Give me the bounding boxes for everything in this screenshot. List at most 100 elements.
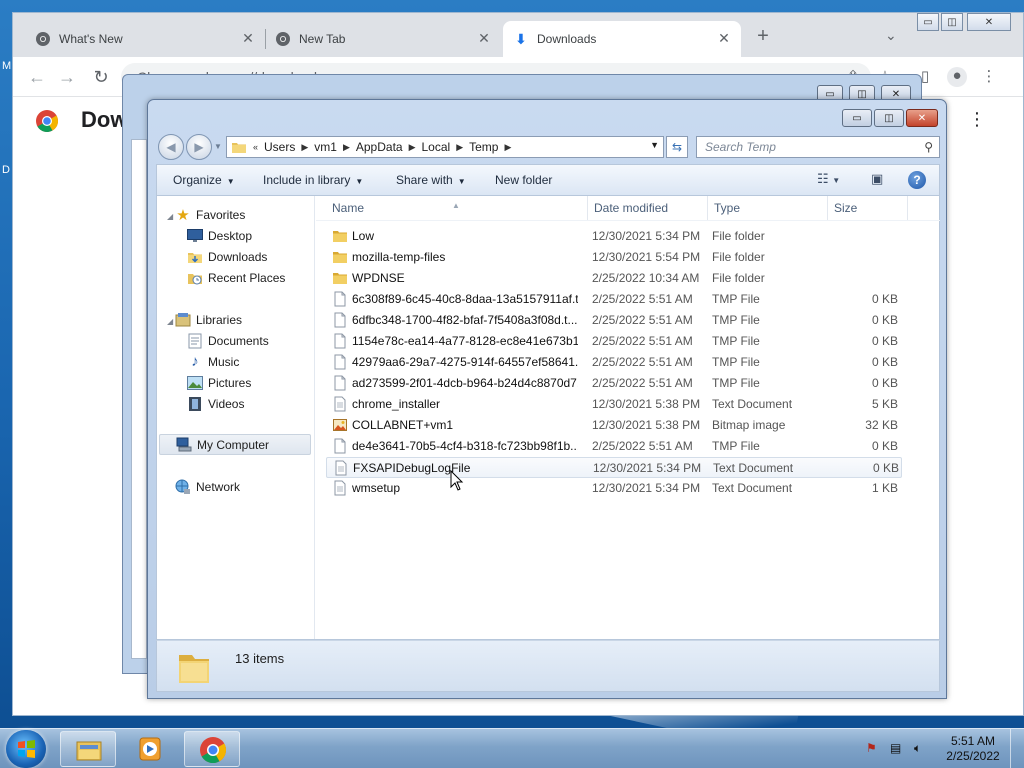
forward-arrow-icon[interactable]: → — [55, 65, 79, 89]
tab-downloads[interactable]: ⬇ Downloads ✕ — [503, 21, 741, 57]
share-with-button[interactable]: Share with ▼ — [396, 173, 466, 187]
forward-button[interactable]: ▶ — [186, 134, 212, 160]
file-date: 12/30/2021 5:38 PM — [592, 397, 701, 411]
column-header-type[interactable]: Type — [708, 196, 828, 220]
breadcrumb-separator-icon[interactable]: ▶ — [504, 142, 511, 153]
nav-downloads[interactable]: Downloads — [187, 246, 267, 267]
profile-avatar-icon[interactable]: ● — [947, 67, 967, 87]
chrome-close-button[interactable]: ✕ — [967, 13, 1011, 31]
breadcrumb-local[interactable]: Local — [422, 140, 451, 154]
back-button[interactable]: ◀ — [158, 134, 184, 160]
breadcrumb-users[interactable]: Users — [264, 140, 295, 154]
download-icon: ⬇ — [515, 30, 527, 47]
column-header-size[interactable]: Size — [828, 196, 908, 220]
file-row[interactable]: 1154e78c-ea14-4a77-8128-ec8e41e673b1....… — [326, 331, 902, 352]
expand-triangle-icon[interactable]: ◢ — [167, 317, 173, 326]
new-folder-button[interactable]: New folder — [495, 173, 552, 187]
file-row[interactable]: chrome_installer 12/30/2021 5:38 PM Text D… — [326, 394, 902, 415]
file-type: TMP File — [712, 439, 760, 453]
help-icon[interactable]: ? — [908, 171, 926, 189]
organize-button[interactable]: Organize ▼ — [173, 173, 235, 187]
file-row[interactable]: ad273599-2f01-4dcb-b964-b24d4c8870d7... 2… — [326, 373, 902, 394]
back-arrow-icon[interactable]: ← — [25, 65, 49, 89]
system-clock[interactable]: 5:51 AM 2/25/2022 — [944, 734, 1002, 764]
nav-libraries[interactable]: Libraries — [175, 309, 242, 330]
nav-pictures[interactable]: Pictures — [187, 372, 251, 393]
show-desktop-button[interactable] — [1010, 729, 1024, 768]
file-row[interactable]: WPDNSE 2/25/2022 10:34 AM File folder — [326, 268, 902, 289]
taskbar-chrome-button[interactable] — [184, 731, 240, 767]
start-button[interactable] — [6, 730, 46, 768]
reload-icon[interactable]: ↻ — [89, 65, 113, 89]
taskbar-media-player-button[interactable] — [122, 731, 178, 767]
view-options-icon[interactable]: ☷ ▼ — [817, 171, 840, 189]
refresh-icon[interactable]: ⇆ — [666, 136, 688, 158]
breadcrumb-vm1[interactable]: vm1 — [314, 140, 337, 154]
breadcrumb-temp[interactable]: Temp — [469, 140, 498, 154]
file-size: 0 KB — [872, 461, 899, 475]
file-row[interactable]: de4e3641-70b5-4cf4-b318-fc723bb98f1b....… — [326, 436, 902, 457]
breadcrumb-overflow-icon[interactable]: « — [253, 142, 258, 152]
include-in-library-button[interactable]: Include in library ▼ — [263, 173, 363, 187]
desktop-icon-fragment[interactable]: M — [2, 60, 12, 74]
file-row[interactable]: Low 12/30/2021 5:34 PM File folder — [326, 226, 902, 247]
expand-triangle-icon[interactable]: ◢ — [167, 212, 173, 221]
tab-search-chevron-icon[interactable]: ⌄ — [885, 27, 897, 44]
preview-pane-icon[interactable]: ▣ — [871, 171, 883, 189]
file-row[interactable]: wmsetup 12/30/2021 5:34 PM Text Document 1 … — [326, 478, 902, 499]
breadcrumb-separator-icon[interactable]: ▶ — [409, 142, 416, 153]
column-header-name[interactable]: Name ▲ — [326, 196, 588, 220]
file-row[interactable]: 6dfbc348-1700-4f82-bfaf-7f5408a3f08d.t..… — [326, 310, 902, 331]
address-bar[interactable]: « Users ▶ vm1 ▶ AppData ▶ Local ▶ Temp ▶… — [226, 136, 664, 158]
nav-recent-places[interactable]: Recent Places — [187, 267, 285, 288]
close-tab-icon[interactable]: ✕ — [715, 30, 733, 47]
nav-my-computer[interactable]: My Computer — [159, 434, 311, 455]
back-forward-group: ◀ ▶ ▼ — [158, 134, 222, 160]
new-folder-label: New folder — [495, 173, 553, 187]
taskbar-explorer-button[interactable] — [60, 731, 116, 767]
tab-new-tab[interactable]: New Tab ✕ — [265, 21, 501, 57]
file-name: ad273599-2f01-4dcb-b964-b24d4c8870d7... — [352, 376, 578, 390]
volume-icon[interactable]: 🔈︎ — [914, 741, 921, 756]
chevron-down-icon: ▼ — [355, 177, 364, 186]
file-name: Low — [352, 229, 375, 243]
chrome-menu-icon[interactable]: ⋮ — [979, 67, 999, 87]
file-name: 1154e78c-ea14-4a77-8128-ec8e41e673b1.... — [352, 334, 578, 348]
address-dropdown-icon[interactable]: ▼ — [650, 140, 659, 150]
nav-music[interactable]: ♪ Music — [187, 351, 239, 372]
breadcrumb-separator-icon[interactable]: ▶ — [301, 142, 308, 153]
search-input[interactable]: Search Temp ⚲ — [696, 136, 940, 158]
tab-whats-new[interactable]: What's New ✕ — [25, 21, 265, 57]
file-row[interactable]: 6c308f89-6c45-40c8-8daa-13a5157911af.t..… — [326, 289, 902, 310]
nav-label: Network — [196, 479, 241, 494]
close-tab-icon[interactable]: ✕ — [239, 30, 257, 47]
nav-videos[interactable]: Videos — [187, 393, 244, 414]
breadcrumb-separator-icon[interactable]: ▶ — [456, 142, 463, 153]
nav-desktop[interactable]: Desktop — [187, 225, 252, 246]
close-button[interactable]: ✕ — [906, 109, 938, 127]
chrome-minimize-button[interactable]: ▭ — [917, 13, 939, 31]
file-size: 1 KB — [871, 481, 898, 495]
nav-network[interactable]: Network — [175, 476, 240, 497]
close-tab-icon[interactable]: ✕ — [475, 30, 493, 47]
file-row[interactable]: mozilla-temp-files 12/30/2021 5:54 PM File… — [326, 247, 902, 268]
new-tab-button[interactable]: + — [751, 25, 775, 48]
breadcrumb-separator-icon[interactable]: ▶ — [343, 142, 350, 153]
recent-places-icon — [187, 270, 203, 286]
network-tray-icon[interactable]: ▤ — [890, 741, 901, 755]
file-row[interactable]: 42979aa6-29a7-4275-914f-64557ef58641.t..… — [326, 352, 902, 373]
recent-pages-chevron-icon[interactable]: ▼ — [214, 142, 222, 151]
column-header-date[interactable]: Date modified — [588, 196, 708, 220]
file-row[interactable]: COLLABNET+vm1 12/30/2021 5:38 PM Bitmap im… — [326, 415, 902, 436]
maximize-button[interactable]: ◫ — [874, 109, 904, 127]
desktop-icon-fragment[interactable]: D — [2, 164, 12, 178]
chrome-maximize-button[interactable]: ◫ — [941, 13, 963, 31]
action-center-flag-icon[interactable]: ⚑ — [866, 741, 877, 755]
minimize-button[interactable]: ▭ — [842, 109, 872, 127]
nav-documents[interactable]: Documents — [187, 330, 269, 351]
file-row[interactable]: FXSAPIDebugLogFile 12/30/2021 5:34 PM Text… — [326, 457, 902, 478]
more-actions-icon[interactable]: ⋮ — [968, 109, 986, 130]
breadcrumb-appdata[interactable]: AppData — [356, 140, 403, 154]
nav-favorites[interactable]: ★ Favorites — [175, 204, 245, 225]
share-with-label: Share with — [396, 173, 453, 187]
